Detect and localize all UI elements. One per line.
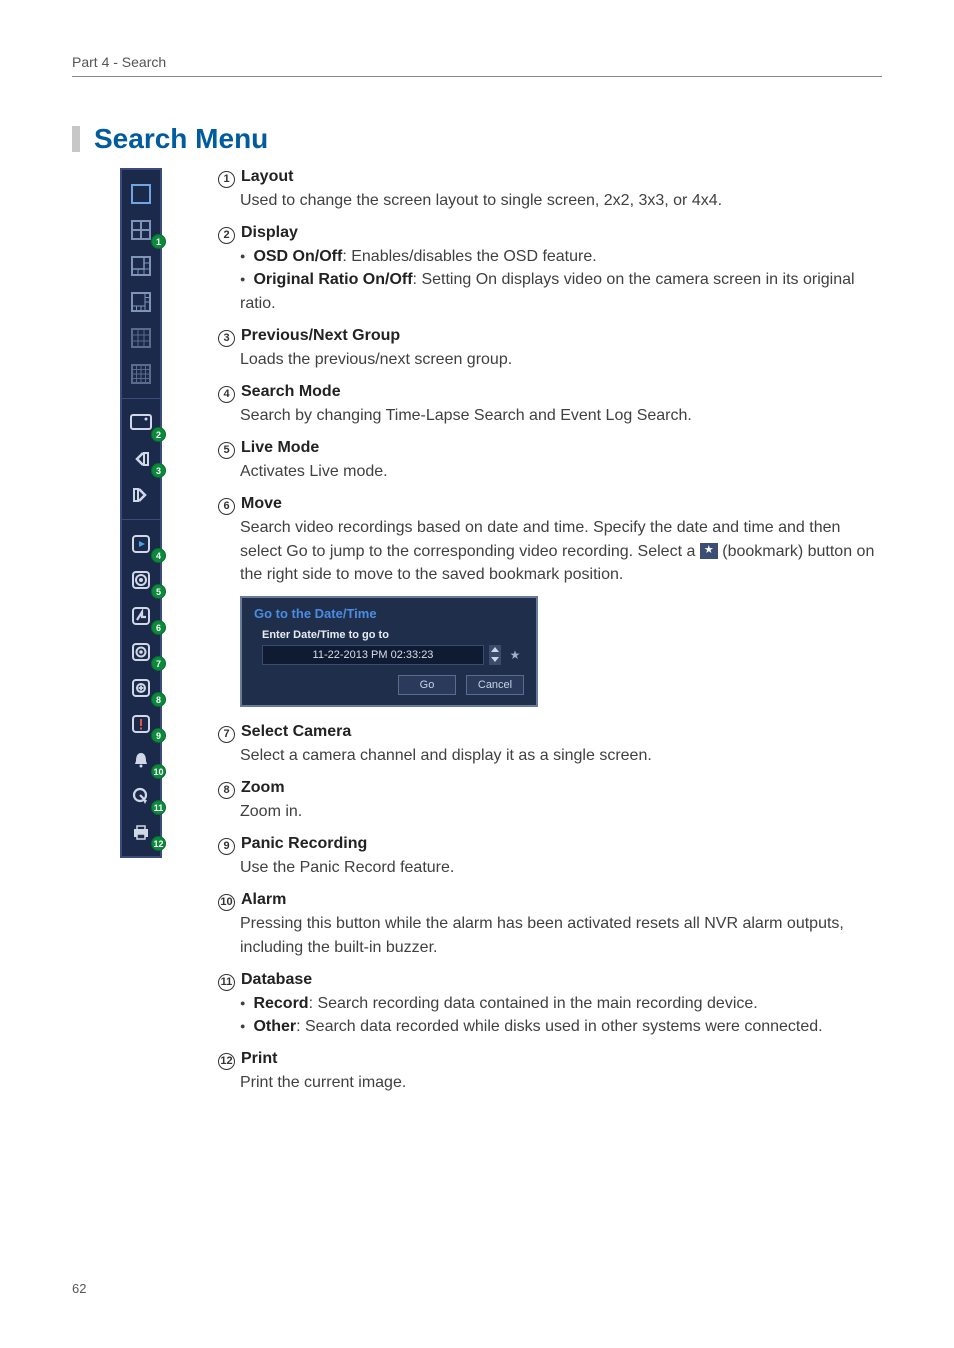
- item-body-1: Used to change the screen layout to sing…: [240, 189, 882, 212]
- item-alarm: 10 Alarm Pressing this button while the a…: [218, 891, 882, 958]
- item-title-7: Select Camera: [241, 723, 351, 741]
- badge-3: 3: [151, 463, 166, 478]
- item-title-5: Live Mode: [241, 439, 319, 457]
- zoom-icon[interactable]: 8: [126, 673, 156, 703]
- badge-9: 9: [151, 728, 166, 743]
- goto-datetime-dialog: Go to the Date/Time Enter Date/Time to g…: [240, 596, 538, 707]
- item-body-9: Use the Panic Record feature.: [240, 856, 882, 879]
- layout-2x2-icon[interactable]: 1: [126, 215, 156, 245]
- dialog-title: Go to the Date/Time: [254, 606, 524, 621]
- item-title-4: Search Mode: [241, 383, 341, 401]
- print-icon[interactable]: 12: [126, 817, 156, 847]
- item-live-mode: 5 Live Mode Activates Live mode.: [218, 439, 882, 483]
- item-title-9: Panic Recording: [241, 835, 367, 853]
- item-title-11: Database: [241, 971, 312, 989]
- search-mode-icon[interactable]: 4: [126, 529, 156, 559]
- item-body-6: Search video recordings based on date an…: [240, 516, 882, 586]
- header-rule: [72, 76, 882, 77]
- spinner-up-icon[interactable]: [489, 645, 501, 655]
- item-body-10: Pressing this button while the alarm has…: [240, 912, 882, 958]
- spinner-down-icon[interactable]: [489, 655, 501, 665]
- display-icon[interactable]: 2: [126, 408, 156, 438]
- item-select-camera: 7 Select Camera Select a camera channel a…: [218, 723, 882, 767]
- layout-single-icon[interactable]: [126, 179, 156, 209]
- datetime-input[interactable]: 11-22-2013 PM 02:33:23: [262, 645, 484, 665]
- item-print: 12 Print Print the current image.: [218, 1050, 882, 1094]
- cancel-button[interactable]: Cancel: [466, 675, 524, 695]
- item-title-2: Display: [241, 224, 298, 242]
- item-title-1: Layout: [241, 168, 293, 186]
- item-zoom: 8 Zoom Zoom in.: [218, 779, 882, 823]
- circled-7: 7: [218, 726, 235, 743]
- item-body-8: Zoom in.: [240, 800, 882, 823]
- datetime-spinner[interactable]: [489, 645, 501, 665]
- panic-recording-icon[interactable]: 9: [126, 709, 156, 739]
- circled-9: 9: [218, 838, 235, 855]
- circled-6: 6: [218, 498, 235, 515]
- badge-6: 6: [151, 620, 166, 635]
- layout-1plus5-icon[interactable]: [126, 251, 156, 281]
- circled-8: 8: [218, 782, 235, 799]
- item-database: 11 Database Record: Search recording data…: [218, 971, 882, 1038]
- page-title: Search Menu: [94, 123, 268, 155]
- next-group-icon[interactable]: [126, 480, 156, 510]
- item-body-11: Record: Search recording data contained …: [240, 992, 882, 1038]
- badge-7: 7: [151, 656, 166, 671]
- badge-11: 11: [151, 800, 166, 815]
- item-title-10: Alarm: [241, 891, 286, 909]
- layout-4x4-icon[interactable]: [126, 359, 156, 389]
- page-number: 62: [72, 1281, 86, 1296]
- item-title-8: Zoom: [241, 779, 285, 797]
- item-title-6: Move: [241, 495, 282, 513]
- badge-2: 2: [151, 427, 166, 442]
- go-button[interactable]: Go: [398, 675, 456, 695]
- alarm-icon[interactable]: 10: [126, 745, 156, 775]
- badge-5: 5: [151, 584, 166, 599]
- item-title-12: Print: [241, 1050, 277, 1068]
- page-header: Part 4 - Search: [72, 54, 166, 70]
- item-prev-next: 3 Previous/Next Group Loads the previous/…: [218, 327, 882, 371]
- badge-8: 8: [151, 692, 166, 707]
- item-body-3: Loads the previous/next screen group.: [240, 348, 882, 371]
- layout-3x3-icon[interactable]: [126, 323, 156, 353]
- select-camera-icon[interactable]: 7: [126, 637, 156, 667]
- item-display: 2 Display OSD On/Off: Enables/disables th…: [218, 224, 882, 315]
- item-body-12: Print the current image.: [240, 1071, 882, 1094]
- circled-5: 5: [218, 442, 235, 459]
- circled-10: 10: [218, 894, 235, 911]
- item-move: 6 Move Search video recordings based on d…: [218, 495, 882, 707]
- item-body-4: Search by changing Time-Lapse Search and…: [240, 404, 882, 427]
- item-title-3: Previous/Next Group: [241, 327, 400, 345]
- item-panic-recording: 9 Panic Recording Use the Panic Record fe…: [218, 835, 882, 879]
- circled-1: 1: [218, 171, 235, 188]
- search-menu-sidebar: 1 2 3 4 5 6 7 8: [120, 168, 162, 858]
- bookmark-button[interactable]: ★: [506, 645, 524, 665]
- title-accent: [72, 126, 80, 152]
- layout-1plus7-icon[interactable]: [126, 287, 156, 317]
- item-body-2: OSD On/Off: Enables/disables the OSD fea…: [240, 245, 882, 315]
- badge-1: 1: [151, 234, 166, 249]
- dialog-label: Enter Date/Time to go to: [262, 629, 524, 641]
- prev-group-icon[interactable]: 3: [126, 444, 156, 474]
- move-icon[interactable]: 6: [126, 601, 156, 631]
- item-search-mode: 4 Search Mode Search by changing Time-Lap…: [218, 383, 882, 427]
- badge-12: 12: [151, 836, 166, 851]
- badge-4: 4: [151, 548, 166, 563]
- circled-2: 2: [218, 227, 235, 244]
- content-area: 1 Layout Used to change the screen layout…: [218, 168, 882, 1106]
- circled-12: 12: [218, 1053, 235, 1070]
- circled-4: 4: [218, 386, 235, 403]
- item-body-7: Select a camera channel and display it a…: [240, 744, 882, 767]
- circled-3: 3: [218, 330, 235, 347]
- badge-10: 10: [151, 764, 166, 779]
- item-body-5: Activates Live mode.: [240, 460, 882, 483]
- circled-11: 11: [218, 974, 235, 991]
- database-icon[interactable]: 11: [126, 781, 156, 811]
- star-icon: ★: [700, 543, 718, 559]
- live-mode-icon[interactable]: 5: [126, 565, 156, 595]
- title-bar: Search Menu: [72, 123, 268, 155]
- item-layout: 1 Layout Used to change the screen layout…: [218, 168, 882, 212]
